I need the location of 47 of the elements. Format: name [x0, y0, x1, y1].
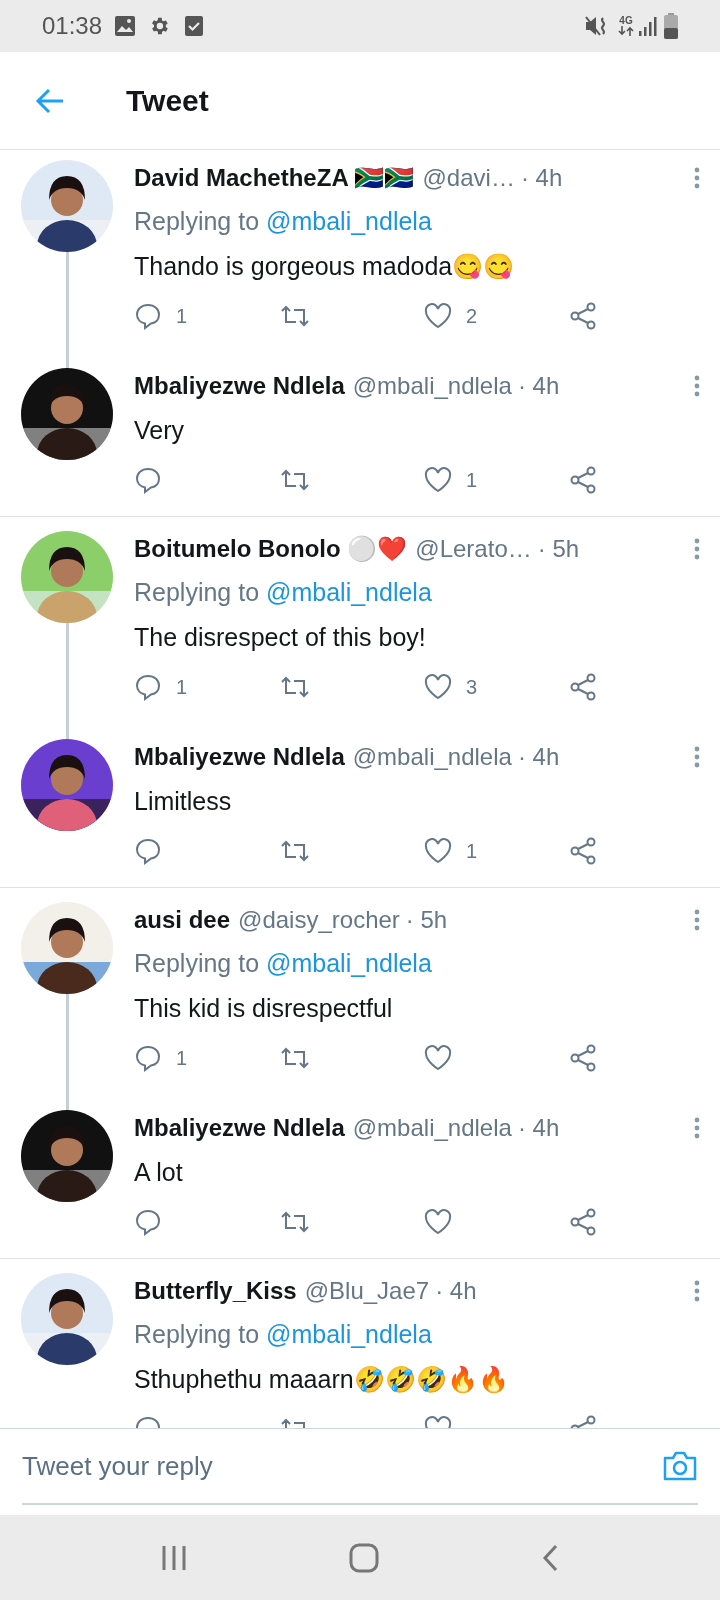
replying-label: Replying to [134, 206, 260, 238]
clock: 01:38 [42, 11, 103, 41]
tweet-text: Limitless [134, 786, 233, 817]
reply-count: 1 [176, 304, 188, 329]
tweet-time: · 4h [517, 371, 560, 401]
user-name: Boitumelo Bonolo ⚪❤ [134, 534, 408, 564]
user-handle: @mbali_ndlela [352, 1113, 512, 1143]
reply-count: 1 [176, 1046, 188, 1071]
tweet-time: · 4h [517, 1113, 560, 1143]
tweet-time: · 4h [517, 742, 560, 772]
user-handle: @mbali_ndlela [352, 371, 512, 401]
tweet-text: This kid is disrespectful [134, 993, 394, 1024]
tweet-text: Sthuphethu maaarn🤣🤣🤣🔥🔥 [134, 1364, 510, 1395]
user-name: ausi dee [134, 905, 231, 935]
user-name: Butterfly_Kiss [134, 1276, 297, 1306]
replying-label: Replying to [134, 1319, 260, 1351]
tweet-time: · 5h [537, 534, 580, 564]
reply-field[interactable]: Tweet your reply [22, 1446, 662, 1486]
user-name: Mbaliyezwe Ndlela [134, 371, 345, 401]
user-name: Mbaliyezwe Ndlela [134, 742, 345, 772]
like-count: 1 [466, 468, 478, 493]
user-handle: @Blu_Jae7 [304, 1276, 430, 1306]
tweet-text: A lot [134, 1157, 184, 1188]
user-handle: @Lerato… [415, 534, 532, 564]
mention-link[interactable]: @mbali_ndlela [266, 203, 432, 241]
tweet-time: · 4h [520, 163, 563, 193]
user-name: David MachetheZA 🇿🇦🇿🇦 [134, 163, 415, 193]
user-handle: @davi… [422, 163, 515, 193]
like-count: 3 [466, 675, 478, 700]
tweet-time: · 5h [405, 905, 448, 935]
network-label: 4G [619, 16, 633, 26]
mention-link[interactable]: @mbali_ndlela [266, 574, 432, 612]
like-count: 2 [466, 304, 478, 329]
replying-label: Replying to [134, 577, 260, 609]
user-handle: @mbali_ndlela [352, 742, 512, 772]
mention-link[interactable]: @mbali_ndlela [266, 1316, 432, 1354]
page-title: Tweet [126, 83, 209, 119]
tweet-text: Thando is gorgeous madoda😋😋 [134, 251, 516, 282]
tweet-time: · 4h [435, 1276, 477, 1306]
reply-count: 1 [176, 675, 188, 700]
tweet-text: The disrespect of this boy! [134, 622, 427, 653]
user-name: Mbaliyezwe Ndlela [134, 1113, 345, 1143]
replying-label: Replying to [134, 948, 260, 980]
user-handle: @daisy_rocher [238, 905, 400, 935]
like-count: 1 [466, 839, 478, 864]
tweet-text: Very [134, 415, 186, 446]
mention-link[interactable]: @mbali_ndlela [266, 945, 432, 983]
